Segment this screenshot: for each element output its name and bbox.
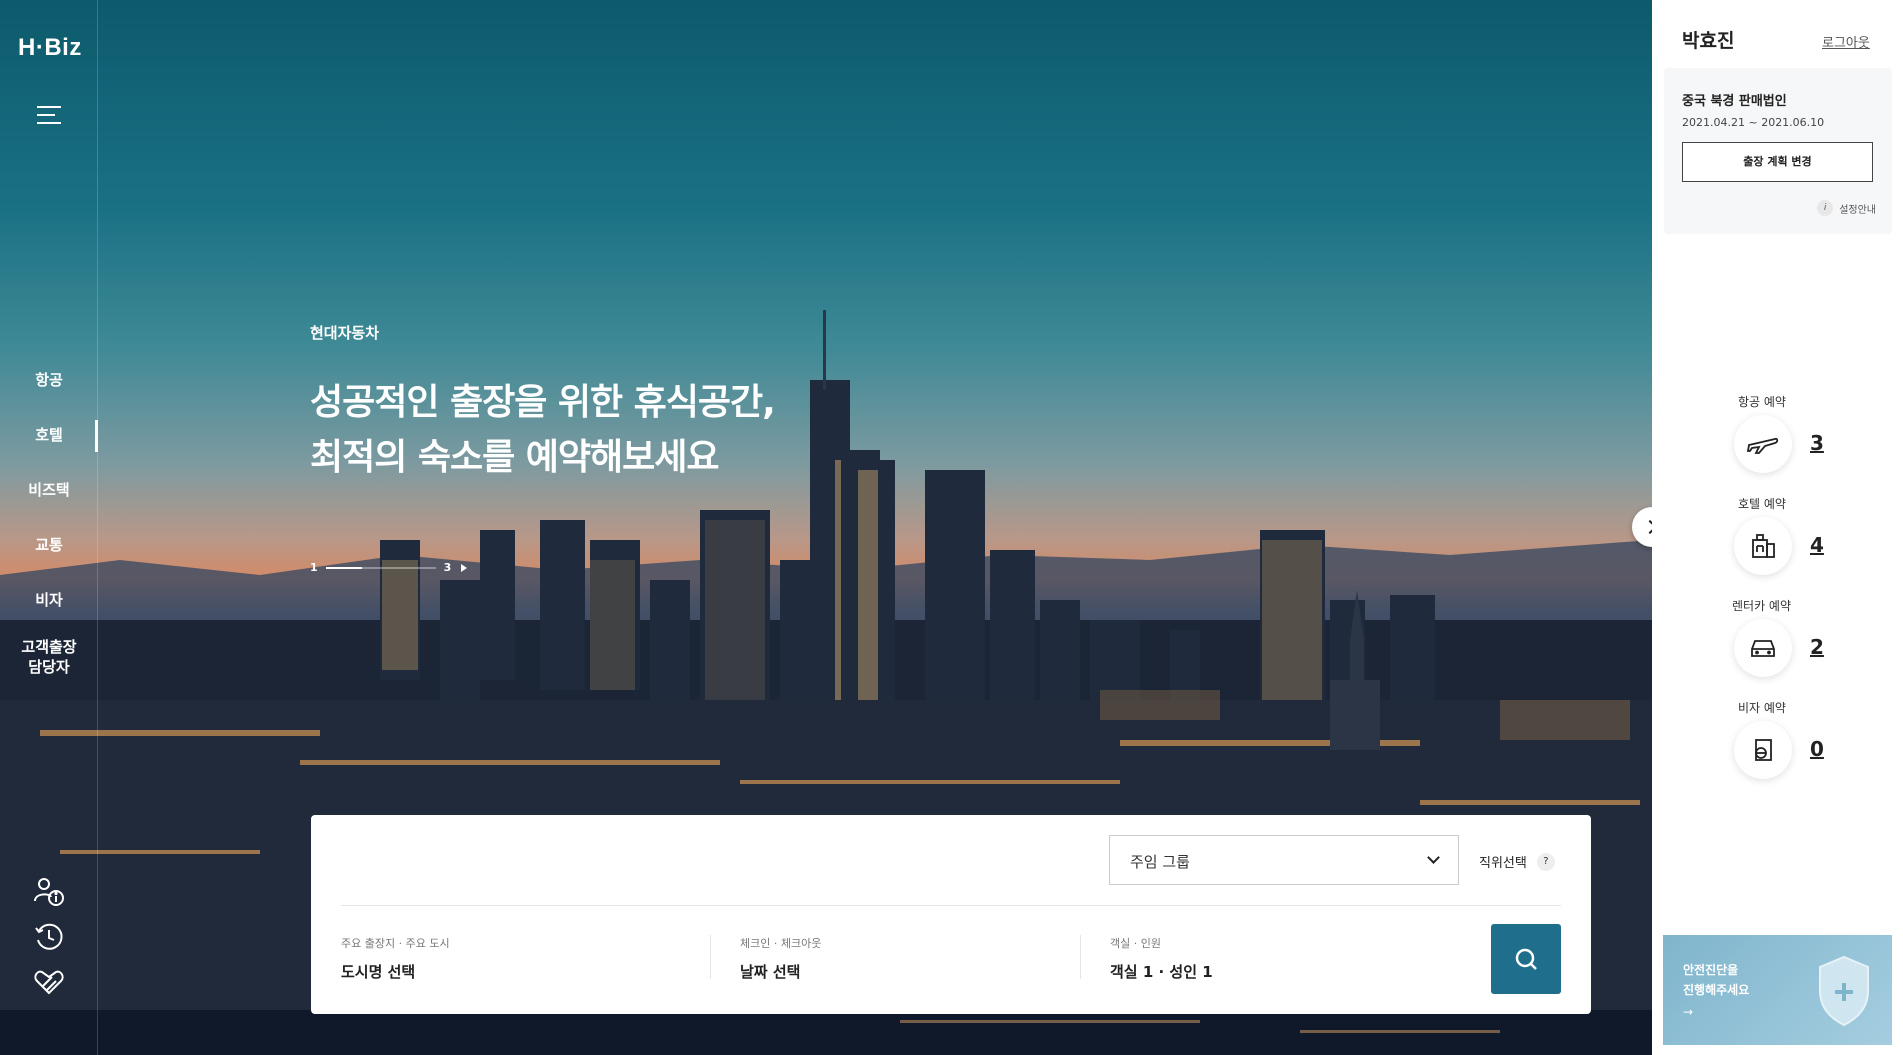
booking-count[interactable]: 2 [1810,635,1824,659]
pager-play-icon[interactable] [461,563,468,572]
room-guest-value: 객실 1 · 성인 1 [1110,963,1213,981]
heart-hands-icon[interactable] [32,965,66,999]
trip-company: 중국 북경 판매법인 [1682,94,1787,109]
booking-summary: 항공 예약 3 호텔 예약 4 렌터카 예약 2 비자 예약 0 [1652,385,1903,793]
divider [1080,935,1081,979]
nav-item-customer-manager-line1: 고객출장 [21,638,77,656]
destination-field[interactable]: 주요 출장지 · 주요 도시 도시명 선택 [341,935,450,982]
nav-item-customer-manager[interactable]: 고객출장 담당자 [0,635,98,690]
date-value: 날짜 선택 [740,963,801,981]
settings-guide-label: 설정안내 [1839,204,1876,216]
booking-flight: 항공 예약 3 [1652,385,1903,487]
nav-bottom-icons [32,875,66,1010]
booking-visa: 비자 예약 0 [1652,691,1903,793]
destination-label: 주요 출장지 · 주요 도시 [341,937,450,950]
nav-item-visa[interactable]: 비자 [0,580,98,635]
passport-icon[interactable] [1734,721,1792,779]
hero-headline-line2: 최적의 숙소를 예약해보세요 [310,437,720,478]
left-navigation: H·Biz 항공 호텔 비즈택 교통 비자 고객출장 담당자 [0,0,98,1055]
pager-progress-bar [325,566,436,569]
safety-text-line2: 진행해주세요 [1683,983,1750,997]
date-label: 체크인 · 체크아웃 [740,937,822,950]
nav-item-customer-manager-line2: 담당자 [28,658,70,676]
hero-pager: 1 3 [310,561,468,574]
arrow-right-icon: → [1683,1005,1694,1019]
destination-value: 도시명 선택 [341,963,416,981]
history-clock-icon[interactable] [32,920,66,954]
nav-item-biztaxi[interactable]: 비즈택 [0,470,98,525]
booking-count[interactable]: 4 [1810,533,1824,557]
booking-label: 호텔 예약 [1738,497,1786,511]
hero-headline-line1: 성공적인 출장을 위한 휴식공간, [310,382,776,423]
logout-link[interactable]: 로그아웃 [1822,32,1870,51]
booking-count[interactable]: 0 [1810,737,1824,761]
shield-icon [1819,955,1869,1027]
position-select[interactable]: 직위선택 ? [1479,852,1555,871]
hero-headline: 성공적인 출장을 위한 휴식공간, 최적의 숙소를 예약해보세요 [310,375,776,485]
search-icon [1515,948,1537,970]
trip-card: 중국 북경 판매법인 2021.04.21 ~ 2021.06.10 출장 계획… [1664,68,1892,234]
change-trip-plan-button[interactable]: 출장 계획 변경 [1682,142,1873,182]
booking-label: 렌터카 예약 [1732,599,1792,613]
nav-menu: 항공 호텔 비즈택 교통 비자 고객출장 담당자 [0,360,98,690]
booking-rentacar: 렌터카 예약 2 [1652,589,1903,691]
position-select-label: 직위선택 [1479,856,1527,871]
chevron-down-icon [1427,851,1440,864]
room-guest-field[interactable]: 객실 · 인원 객실 1 · 성인 1 [1110,935,1213,982]
booking-hotel: 호텔 예약 4 [1652,487,1903,589]
safety-check-banner[interactable]: 안전진단을 진행해주세요 → [1663,935,1892,1045]
hamburger-menu-icon[interactable] [37,106,61,126]
search-button[interactable] [1491,924,1561,994]
divider [341,905,1561,906]
car-icon[interactable] [1734,619,1792,677]
booking-label: 항공 예약 [1738,395,1786,409]
user-name: 박효진 [1682,30,1735,52]
pager-current: 1 [310,561,318,574]
info-icon: i [1817,200,1834,216]
hotel-search-panel: 주임 그룹 직위선택 ? 주요 출장지 · 주요 도시 도시명 선택 체크인 ·… [311,815,1591,1014]
trip-dates: 2021.04.21 ~ 2021.06.10 [1682,116,1825,129]
nav-item-hotel[interactable]: 호텔 [0,415,98,470]
hotel-icon[interactable] [1734,517,1792,575]
booking-label: 비자 예약 [1738,701,1786,715]
nav-item-transport[interactable]: 교통 [0,525,98,580]
safety-text-line1: 안전진단을 [1683,963,1739,977]
settings-guide-link[interactable]: i 설정안내 [1817,200,1876,216]
safety-text: 안전진단을 진행해주세요 [1683,960,1749,1000]
logo[interactable]: H·Biz [18,34,82,62]
divider [710,935,711,979]
date-field[interactable]: 체크인 · 체크아웃 날짜 선택 [740,935,821,982]
airplane-icon[interactable] [1734,415,1792,473]
nav-item-flight[interactable]: 항공 [0,360,98,415]
group-select[interactable]: 주임 그룹 [1109,835,1459,885]
right-panel: 박효진 로그아웃 중국 북경 판매법인 2021.04.21 ~ 2021.06… [1652,0,1903,1055]
booking-count[interactable]: 3 [1810,431,1824,455]
user-info-icon[interactable] [32,875,66,909]
help-icon[interactable]: ? [1536,852,1555,871]
pager-total: 3 [443,561,452,574]
room-guest-label: 객실 · 인원 [1110,937,1161,950]
hero-brand: 현대자동차 [310,324,380,342]
group-select-value: 주임 그룹 [1130,853,1190,871]
